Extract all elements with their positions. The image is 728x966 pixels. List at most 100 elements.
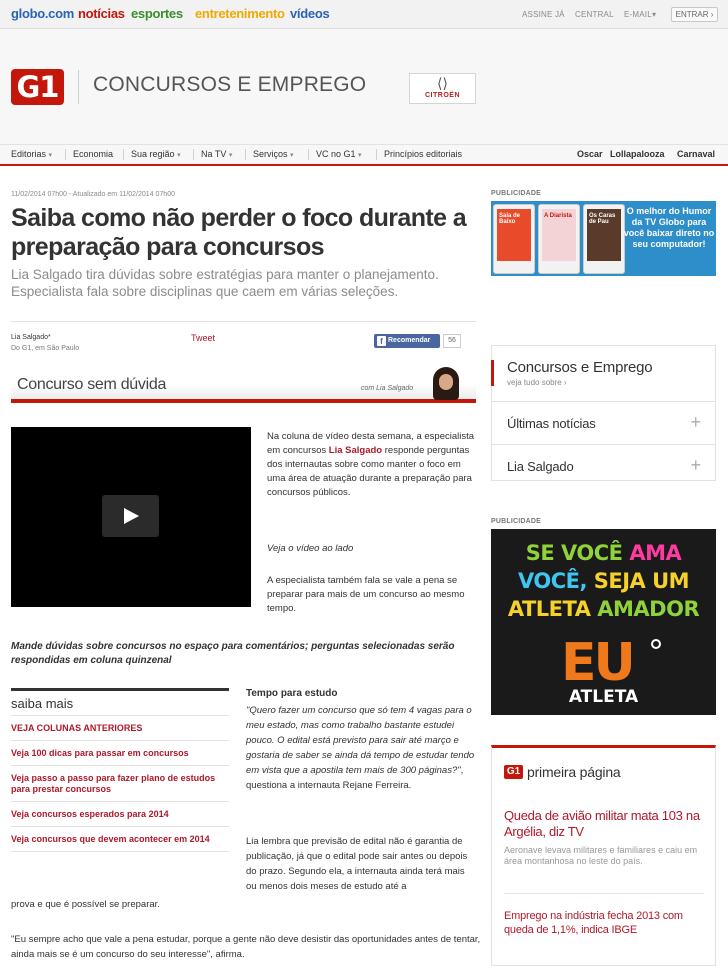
sidebar-item-ultimas-noticias[interactable]: Últimas notícias + xyxy=(492,401,715,445)
paragraph-4: "Eu sempre acho que vale a pena estudar,… xyxy=(11,934,481,960)
video-note: Veja o vídeo ao lado xyxy=(267,543,354,554)
ad-phone-image: Os Caras de Pau xyxy=(583,204,625,274)
nav-separator xyxy=(65,149,66,160)
nav-item-sua-regiao[interactable]: Sua região ▾ xyxy=(131,149,181,159)
nav-item-na-tv[interactable]: Na TV ▾ xyxy=(201,149,232,159)
callout: Mande dúvidas sobre concursos no espaço … xyxy=(11,641,455,666)
plus-icon[interactable]: + xyxy=(690,412,701,433)
chevron-down-icon: ▾ xyxy=(177,152,181,159)
nav-separator xyxy=(123,149,124,160)
nav-item-oscar[interactable]: Oscar xyxy=(577,149,603,159)
nav-item-economia[interactable]: Economia xyxy=(73,149,113,159)
nav-separator xyxy=(193,149,194,160)
sidebar-item-label: Lia Salgado xyxy=(507,459,574,474)
saiba-mais-link[interactable]: Veja 100 dicas para passar em concursos xyxy=(11,741,229,766)
concursos-box: Concursos e Emprego veja tudo sobre › Úl… xyxy=(491,345,716,481)
nav-separator xyxy=(308,149,309,160)
topbar-link-entretenimento[interactable]: entretenimento xyxy=(195,6,285,21)
saiba-mais-box: saiba mais VEJA COLUNAS ANTERIORES Veja … xyxy=(11,688,229,852)
nav-item-lollapalooza[interactable]: Lollapalooza xyxy=(610,149,665,159)
veja-tudo-link[interactable]: veja tudo sobre › xyxy=(507,378,567,387)
author-name: Lia Salgado* xyxy=(11,334,51,341)
ad-globo-humor[interactable]: Saia de Baixo A Diarista Os Caras de Pau… xyxy=(491,201,716,276)
site-header: G1 CONCURSOS E EMPREGO ⟨⟩ CITROËN xyxy=(0,29,728,144)
globo-brand-link[interactable]: globo.com xyxy=(11,6,74,21)
sponsor-logo[interactable]: ⟨⟩ CITROËN xyxy=(409,73,476,104)
plus-icon[interactable]: + xyxy=(690,455,701,476)
sponsor-name: CITROËN xyxy=(425,92,460,99)
column-banner: Concurso sem dúvida com Lia Salgado xyxy=(11,365,476,403)
citroen-chevrons-icon: ⟨⟩ xyxy=(437,75,448,91)
chevron-down-icon: ▾ xyxy=(48,152,53,159)
ad-phone-image: Saia de Baixo xyxy=(493,204,535,274)
assine-link[interactable]: ASSINE JÁ xyxy=(522,10,565,19)
news-summary: Aeronave levava militares e familiares e… xyxy=(504,845,698,866)
divider xyxy=(11,321,476,322)
topbar-link-videos[interactable]: vídeos xyxy=(290,6,330,21)
columnist-portrait xyxy=(433,367,459,400)
chevron-down-icon[interactable]: ▾ xyxy=(652,10,656,19)
nav-item-carnaval[interactable]: Carnaval xyxy=(677,149,715,159)
specialist-link[interactable]: Lia Salgado xyxy=(329,445,382,456)
concursos-title[interactable]: Concursos e Emprego xyxy=(507,359,653,376)
sidebar-item-label: Últimas notícias xyxy=(507,416,596,431)
g1-icon: G1 xyxy=(504,765,523,779)
login-button[interactable]: ENTRAR › xyxy=(671,7,718,22)
nav-item-servicos[interactable]: Serviços ▾ xyxy=(253,149,294,159)
news-headline-link[interactable]: Queda de avião militar mata 103 na Argél… xyxy=(504,808,714,840)
g1-logo[interactable]: G1 xyxy=(11,69,64,105)
column-banner-title: Concurso sem dúvida xyxy=(17,376,167,393)
facebook-icon: f xyxy=(377,336,386,346)
nav-item-vc-no-g1[interactable]: VC no G1 ▾ xyxy=(316,149,362,159)
ad-eu-atleta[interactable]: SE VOCÊ AMA VOCÊ, SEJA UM ATLETA AMADOR … xyxy=(491,529,716,715)
primeira-pagina-box: G1 primeira página Queda de avião milita… xyxy=(491,745,716,966)
nav-separator xyxy=(245,149,246,160)
nav-item-principios[interactable]: Princípios editoriais xyxy=(384,149,462,159)
globo-icon xyxy=(651,639,661,649)
topbar-link-noticias[interactable]: notícias xyxy=(78,6,125,21)
saiba-mais-link[interactable]: Veja concursos que devem acontecer em 20… xyxy=(11,827,229,852)
intro-paragraph: Na coluna de vídeo desta semana, a espec… xyxy=(267,431,475,498)
ad-text: O melhor do Humor da TV Globo para você … xyxy=(623,206,715,249)
ad-headline-line: VOCÊ, SEJA UM xyxy=(517,569,690,593)
author-location: Do G1, em São Paulo xyxy=(11,345,80,352)
article-date: 11/02/2014 07h00 - Atualizado em 11/02/2… xyxy=(11,191,175,198)
divider xyxy=(504,893,704,894)
sidebar-item-lia-salgado[interactable]: Lia Salgado + xyxy=(492,444,715,488)
ad-phone-image: A Diarista xyxy=(538,204,580,274)
nav-separator xyxy=(376,149,377,160)
ad-eu-logo: EU xyxy=(561,633,636,693)
ad-headline-line: ATLETA AMADOR xyxy=(507,597,700,621)
column-banner-byline: com Lia Salgado xyxy=(361,385,414,392)
ad-label: PUBLICIDADE xyxy=(491,190,542,197)
globo-top-bar: globo.com notícias esportes entretenimen… xyxy=(0,0,728,29)
tweet-button[interactable]: Tweet xyxy=(191,333,215,343)
primeira-pagina-title[interactable]: primeira página xyxy=(527,764,621,780)
central-link[interactable]: CENTRAL xyxy=(575,10,614,19)
saiba-mais-link[interactable]: Veja passo a passo para fazer plano de e… xyxy=(11,766,229,802)
ad-label: PUBLICIDADE xyxy=(491,518,542,525)
saiba-mais-title: saiba mais xyxy=(11,691,229,716)
email-link[interactable]: E-MAIL xyxy=(624,10,652,19)
article-headline: Saiba como não perder o foco durante a p… xyxy=(11,204,467,261)
news-headline-link[interactable]: Emprego na indústria fecha 2013 com qued… xyxy=(504,909,714,937)
recommend-label: Recomendar xyxy=(388,337,431,344)
topbar-link-esportes[interactable]: esportes xyxy=(131,6,183,21)
paragraph-3-continued: prova e que é possível se preparar. xyxy=(11,899,160,910)
nav-item-editorias[interactable]: Editorias ▾ xyxy=(11,149,52,159)
play-icon[interactable] xyxy=(102,495,159,537)
paragraph-3: Lia lembra que previsão de edital não é … xyxy=(246,836,468,892)
saiba-mais-link[interactable]: Veja concursos esperados para 2014 xyxy=(11,802,229,827)
chevron-down-icon: ▾ xyxy=(290,152,294,159)
subheading-tempo: Tempo para estudo xyxy=(246,688,338,699)
section-title[interactable]: CONCURSOS E EMPREGO xyxy=(93,73,366,97)
chevron-down-icon: ▾ xyxy=(358,152,362,159)
saiba-mais-link[interactable]: VEJA COLUNAS ANTERIORES xyxy=(11,716,229,741)
article-subtitle: Lia Salgado tira dúvidas sobre estratégi… xyxy=(11,267,439,299)
main-nav: Editorias ▾ Economia Sua região ▾ Na TV … xyxy=(0,144,728,166)
ad-atleta-label: ATLETA xyxy=(568,687,639,707)
video-player[interactable] xyxy=(11,427,251,607)
facebook-recommend-button[interactable]: f Recomendar xyxy=(374,334,440,348)
chevron-down-icon: ▾ xyxy=(228,152,233,159)
header-divider xyxy=(78,70,79,104)
